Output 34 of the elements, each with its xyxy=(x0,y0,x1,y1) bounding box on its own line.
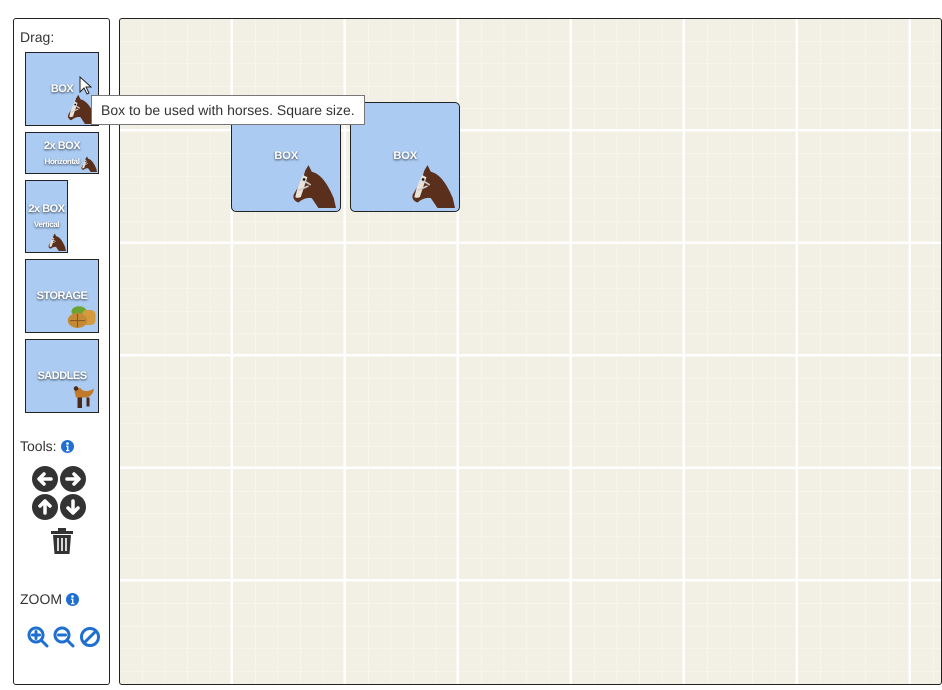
reset-zoom-icon[interactable] xyxy=(79,626,101,648)
arrow-up-icon[interactable] xyxy=(32,494,58,520)
placed-box[interactable]: BOX xyxy=(350,102,460,212)
palette-tile[interactable]: STORAGE xyxy=(25,259,99,333)
horse-head-icon xyxy=(48,233,66,251)
tile-label: SADDLES xyxy=(37,370,87,382)
section-heading: Drag: xyxy=(20,28,54,46)
section-heading: Tools: xyxy=(20,437,57,455)
trash-icon[interactable] xyxy=(51,528,73,554)
horse-head-icon xyxy=(411,164,456,208)
tile-label: BOX xyxy=(274,150,298,162)
palette-tile[interactable]: 2x BOX Horizontal xyxy=(25,132,99,174)
horse-head-icon xyxy=(292,164,336,208)
palette-tile[interactable]: SADDLES xyxy=(25,339,99,413)
tile-label: 2x BOX xyxy=(44,140,80,152)
tile-label: STORAGE xyxy=(36,290,88,302)
info-icon[interactable] xyxy=(60,440,74,452)
horse-head-icon xyxy=(81,156,97,172)
mouse-cursor-icon xyxy=(79,76,92,95)
arrow-right-icon[interactable] xyxy=(60,466,86,492)
tile-sublabel: Horizontal xyxy=(44,156,80,166)
tile-label: 2x BOX xyxy=(28,203,65,216)
arrow-down-icon[interactable] xyxy=(60,494,86,520)
palette-tile[interactable]: 2x BOX Vertical xyxy=(25,180,68,253)
arrow-left-icon[interactable] xyxy=(32,466,58,492)
tile-label: BOX xyxy=(50,82,74,96)
info-icon[interactable] xyxy=(66,592,79,606)
palette-tile[interactable]: BOX xyxy=(25,52,99,126)
tile-label: BOX xyxy=(393,150,418,162)
zoom-in-icon[interactable] xyxy=(27,626,49,648)
zoom-out-icon[interactable] xyxy=(53,626,75,648)
tooltip: Box to be used with horses. Square size. xyxy=(91,95,365,125)
section-heading: ZOOM xyxy=(20,590,62,608)
tile-sublabel: Vertical xyxy=(34,220,60,230)
